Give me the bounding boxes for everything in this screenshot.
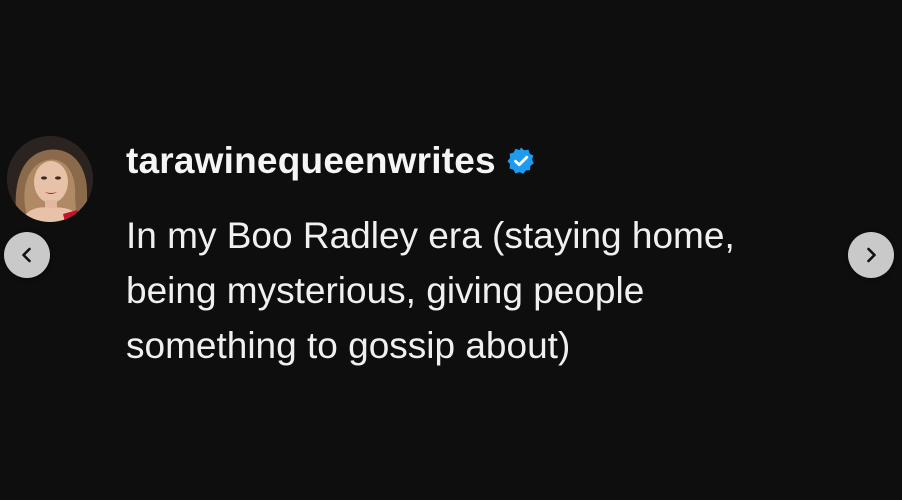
avatar[interactable] [7,136,93,222]
next-slide-button[interactable] [848,232,894,278]
post-card: tarawinequeenwrites In my Boo Radley era… [0,0,902,500]
chevron-right-icon [861,245,881,265]
post-caption: In my Boo Radley era (staying home, bein… [126,208,886,373]
caption-line: In my Boo Radley era (staying home, [126,215,735,256]
previous-slide-button[interactable] [4,232,50,278]
verified-badge-icon [506,146,536,176]
avatar-image [7,136,93,222]
post-header: tarawinequeenwrites [126,138,536,184]
caption-line: something to gossip about) [126,325,571,366]
caption-line: being mysterious, giving people [126,270,645,311]
username[interactable]: tarawinequeenwrites [126,140,496,182]
chevron-left-icon [17,245,37,265]
